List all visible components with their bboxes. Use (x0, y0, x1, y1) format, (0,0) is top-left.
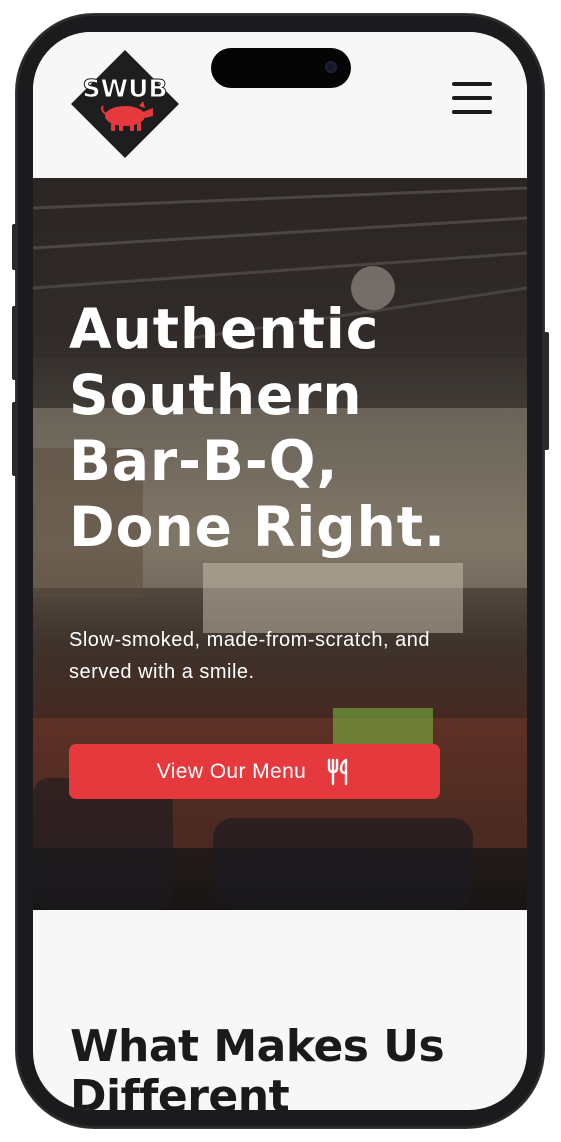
menu-bar (452, 110, 492, 114)
dynamic-island (211, 48, 351, 88)
menu-bar (452, 82, 492, 86)
section-title: What Makes Us Different (70, 1021, 445, 1111)
menu-bar (452, 96, 492, 100)
side-button (544, 332, 549, 450)
hero-title: Authentic Southern Bar-B-Q, Done Right. (69, 296, 499, 560)
side-button (12, 306, 17, 380)
chair (213, 818, 473, 910)
side-button (12, 224, 17, 270)
logo-diamond-shape (71, 50, 179, 158)
hero-section: Authentic Southern Bar-B-Q, Done Right. … (33, 178, 527, 910)
logo-diamond: SWUB (71, 50, 179, 158)
condiment-tray (333, 708, 433, 744)
camera-icon (325, 61, 337, 73)
logo-text: SWUB (83, 74, 168, 103)
hero-title-line: Bar-B-Q, (69, 429, 339, 493)
hero-title-line: Done Right. (69, 495, 446, 559)
view-menu-button-label: View Our Menu (156, 759, 307, 783)
side-button (12, 402, 17, 476)
hero-title-line: Southern (69, 363, 363, 427)
hero-subtitle: Slow-smoked, made-from-scratch, and serv… (69, 629, 430, 683)
hamburger-menu-icon[interactable] (450, 80, 494, 116)
phone-screen: SWUB Authentic Southern Bar-B-Q, Done Ri… (33, 32, 527, 1110)
utensils-icon (328, 758, 348, 785)
hero-title-line: Authentic (69, 297, 380, 361)
view-menu-button[interactable]: View Our Menu (69, 744, 440, 799)
logo[interactable]: SWUB (69, 48, 181, 160)
counter (203, 563, 463, 633)
